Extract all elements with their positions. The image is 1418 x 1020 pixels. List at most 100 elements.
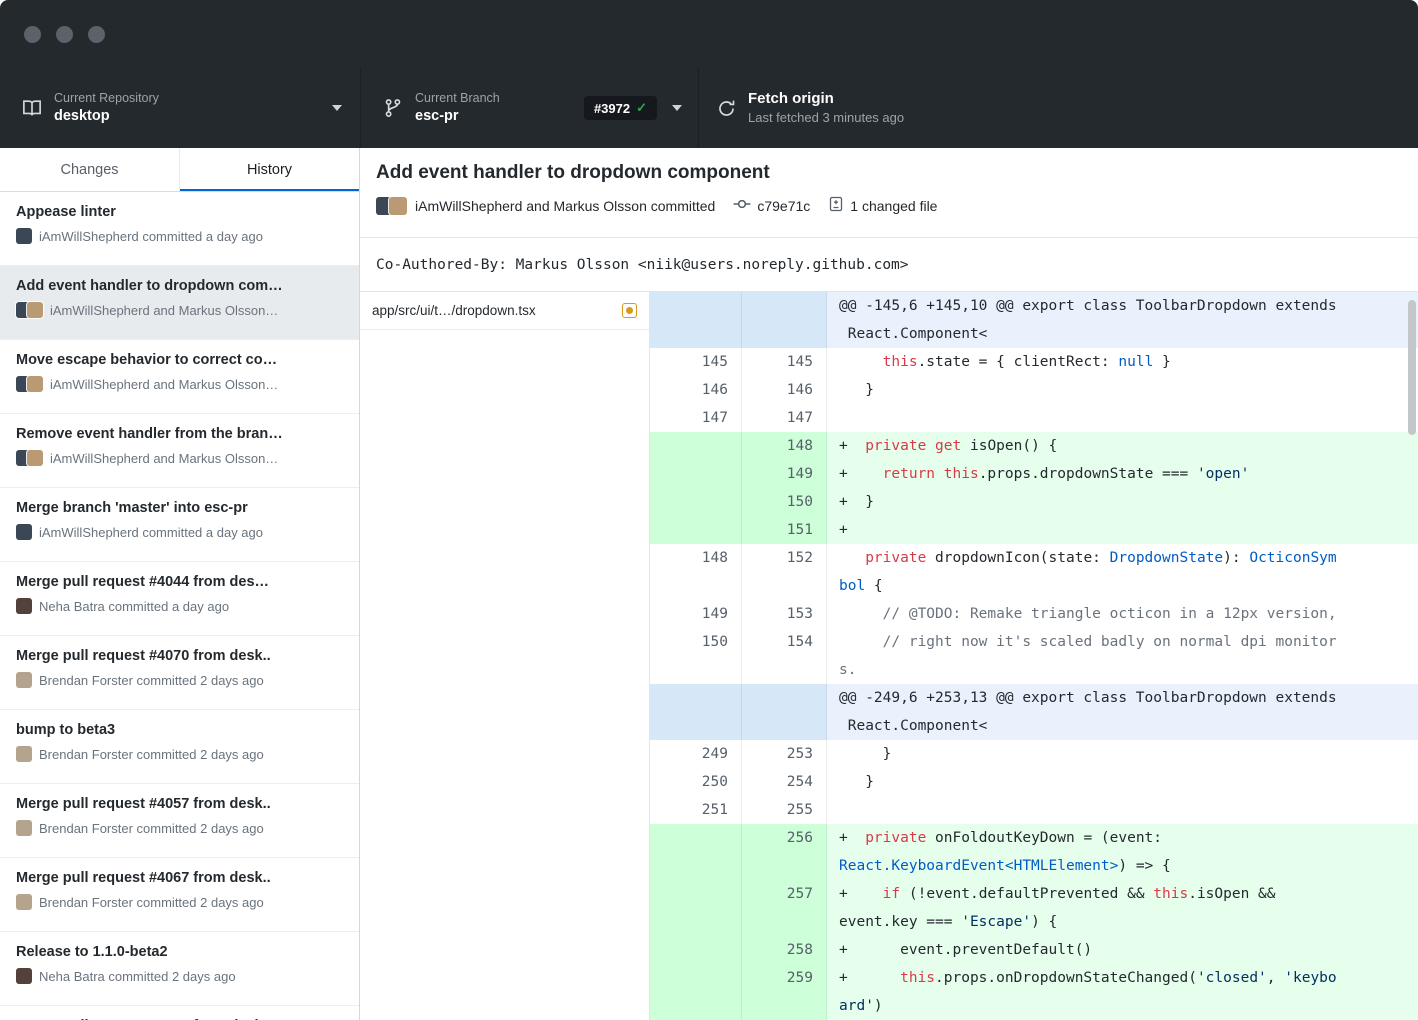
commit-byline: iAmWillShepherd and Markus Olsson commit… xyxy=(415,198,715,214)
diff-line: 147147 xyxy=(650,404,1418,432)
avatar xyxy=(16,228,32,244)
avatar xyxy=(27,302,43,318)
commit-list-item[interactable]: Remove event handler from the bran… iAmW… xyxy=(0,414,359,488)
diff-line: 148+ private get isOpen() { xyxy=(650,432,1418,460)
close-button[interactable] xyxy=(24,26,41,43)
sidebar: Changes History Appease linter iAmWillSh… xyxy=(0,148,360,1020)
commit-item-meta: Brendan Forster committed 2 days ago xyxy=(39,821,264,836)
commit-item-avatars xyxy=(16,968,32,984)
avatar xyxy=(16,524,32,540)
commit-item-title: Merge pull request #4044 from des… xyxy=(16,574,343,590)
tab-changes[interactable]: Changes xyxy=(0,148,180,191)
commit-item-meta-row: Brendan Forster committed 2 days ago xyxy=(16,746,343,762)
chevron-down-icon xyxy=(332,105,342,111)
commit-item-meta-row: Brendan Forster committed 2 days ago xyxy=(16,672,343,688)
file-diff-icon xyxy=(828,196,844,215)
diff-hunk-header: @@ -249,6 +253,13 @@ export class Toolba… xyxy=(650,684,1418,740)
commit-meta: iAmWillShepherd and Markus Olsson commit… xyxy=(376,195,1402,216)
commit-list-item[interactable]: Merge pull request #4044 from des… Neha … xyxy=(0,562,359,636)
commit-item-title: Release to 1.1.0-beta2 xyxy=(16,944,343,960)
commit-item-avatars xyxy=(16,746,32,762)
commit-item-title: Remove event handler from the bran… xyxy=(16,426,343,442)
diff-line: 148152 private dropdownIcon(state: Dropd… xyxy=(650,544,1418,600)
diff-line: 258+ event.preventDefault() xyxy=(650,936,1418,964)
commit-list-item[interactable]: Add event handler to dropdown com… iAmWi… xyxy=(0,266,359,340)
commit-item-meta: iAmWillShepherd and Markus Olsson… xyxy=(50,377,278,392)
commit-avatars xyxy=(376,197,407,215)
commit-list-item[interactable]: Appease linter iAmWillShepherd committed… xyxy=(0,192,359,266)
commit-item-avatars xyxy=(16,376,43,392)
avatar xyxy=(16,968,32,984)
diff-line: 145145 this.state = { clientRect: null } xyxy=(650,348,1418,376)
current-branch-button[interactable]: Current Branch esc-pr #3972 ✓ xyxy=(360,68,698,148)
diff-scrollbar[interactable] xyxy=(1406,292,1418,1020)
commit-item-meta: iAmWillShepherd committed a day ago xyxy=(39,229,263,244)
commit-item-title: Merge pull request #4057 from desk.. xyxy=(16,796,343,812)
tab-history[interactable]: History xyxy=(180,148,359,191)
commit-item-avatars xyxy=(16,820,32,836)
diff-line: 259+ this.props.onDropdownStateChanged('… xyxy=(650,964,1418,1020)
current-repository-button[interactable]: Current Repository desktop xyxy=(0,68,360,148)
fetch-origin-label: Fetch origin xyxy=(748,89,904,109)
commit-title: Add event handler to dropdown component xyxy=(376,162,1402,184)
commit-item-meta: Neha Batra committed 2 days ago xyxy=(39,969,236,984)
scrollbar-thumb[interactable] xyxy=(1408,300,1416,435)
chevron-down-icon xyxy=(672,105,682,111)
commit-item-meta-row: iAmWillShepherd committed a day ago xyxy=(16,524,343,540)
avatar xyxy=(16,672,32,688)
minimize-button[interactable] xyxy=(56,26,73,43)
current-repository-value: desktop xyxy=(54,107,159,126)
diff-line: 250254 } xyxy=(650,768,1418,796)
diff-line: 249253 } xyxy=(650,740,1418,768)
sync-icon xyxy=(717,99,736,118)
commit-sha: c79e71c xyxy=(757,198,810,214)
commit-detail-panel: Add event handler to dropdown component … xyxy=(360,148,1418,1020)
commit-item-avatars xyxy=(16,524,32,540)
avatar xyxy=(16,598,32,614)
commit-item-avatars xyxy=(16,228,32,244)
commit-item-meta-row: Brendan Forster committed 2 days ago xyxy=(16,820,343,836)
commit-item-title: Merge pull request #4067 from desk.. xyxy=(16,870,343,886)
avatar xyxy=(16,820,32,836)
pr-badge: #3972 ✓ xyxy=(584,96,657,120)
commit-item-title: Appease linter xyxy=(16,204,343,220)
file-list: app/src/ui/t…/dropdown.tsx xyxy=(360,292,650,1020)
zoom-button[interactable] xyxy=(88,26,105,43)
modified-file-icon xyxy=(622,303,637,318)
diff-hunk-header: @@ -145,6 +145,10 @@ export class Toolba… xyxy=(650,292,1418,348)
pr-number: #3972 xyxy=(594,101,630,116)
diff-line: 256+ private onFoldoutKeyDown = (event: … xyxy=(650,824,1418,880)
commit-item-meta-row: Neha Batra committed 2 days ago xyxy=(16,968,343,984)
avatar xyxy=(27,376,43,392)
app-window: Current Repository desktop Current Branc… xyxy=(0,0,1418,1020)
file-row[interactable]: app/src/ui/t…/dropdown.tsx xyxy=(360,292,649,330)
fetch-origin-button[interactable]: Fetch origin Last fetched 3 minutes ago xyxy=(698,68,1040,148)
commit-item-meta-row: iAmWillShepherd and Markus Olsson… xyxy=(16,302,343,318)
commit-sha-item: c79e71c xyxy=(733,195,810,216)
commit-item-title: Move escape behavior to correct co… xyxy=(16,352,343,368)
commit-list-item[interactable]: Merge pull request #4057 from desk.. Bre… xyxy=(0,784,359,858)
avatar xyxy=(389,197,407,215)
commit-list-item[interactable]: Merge branch 'master' into esc-pr iAmWil… xyxy=(0,488,359,562)
commit-item-avatars xyxy=(16,598,32,614)
avatar xyxy=(16,746,32,762)
commit-item-meta: Neha Batra committed a day ago xyxy=(39,599,229,614)
commit-list-item[interactable]: Merge pull request #4067 from desk.. Bre… xyxy=(0,858,359,932)
commit-item-title: Merge pull request #4070 from desk.. xyxy=(16,648,343,664)
fetch-origin-sublabel: Last fetched 3 minutes ago xyxy=(748,110,904,127)
sidebar-tabs: Changes History xyxy=(0,148,359,192)
commit-item-meta: iAmWillShepherd committed a day ago xyxy=(39,525,263,540)
commit-list-item[interactable]: Release to 1.1.0-beta2 Neha Batra commit… xyxy=(0,932,359,1006)
commit-icon xyxy=(733,195,751,216)
commit-list-item[interactable]: bump to beta3 Brendan Forster committed … xyxy=(0,710,359,784)
diff-line: 149+ return this.props.dropdownState ===… xyxy=(650,460,1418,488)
diff-panel: @@ -145,6 +145,10 @@ export class Toolba… xyxy=(650,292,1418,1020)
commit-list: Appease linter iAmWillShepherd committed… xyxy=(0,192,359,1020)
commit-item-avatars xyxy=(16,672,32,688)
commit-item-meta-row: iAmWillShepherd and Markus Olsson… xyxy=(16,376,343,392)
commit-list-item[interactable]: Merge pull request #4058 from desk.. Bre… xyxy=(0,1006,359,1020)
commit-item-avatars xyxy=(16,894,32,910)
commit-list-item[interactable]: Move escape behavior to correct co… iAmW… xyxy=(0,340,359,414)
commit-list-item[interactable]: Merge pull request #4070 from desk.. Bre… xyxy=(0,636,359,710)
repo-icon xyxy=(22,98,42,118)
